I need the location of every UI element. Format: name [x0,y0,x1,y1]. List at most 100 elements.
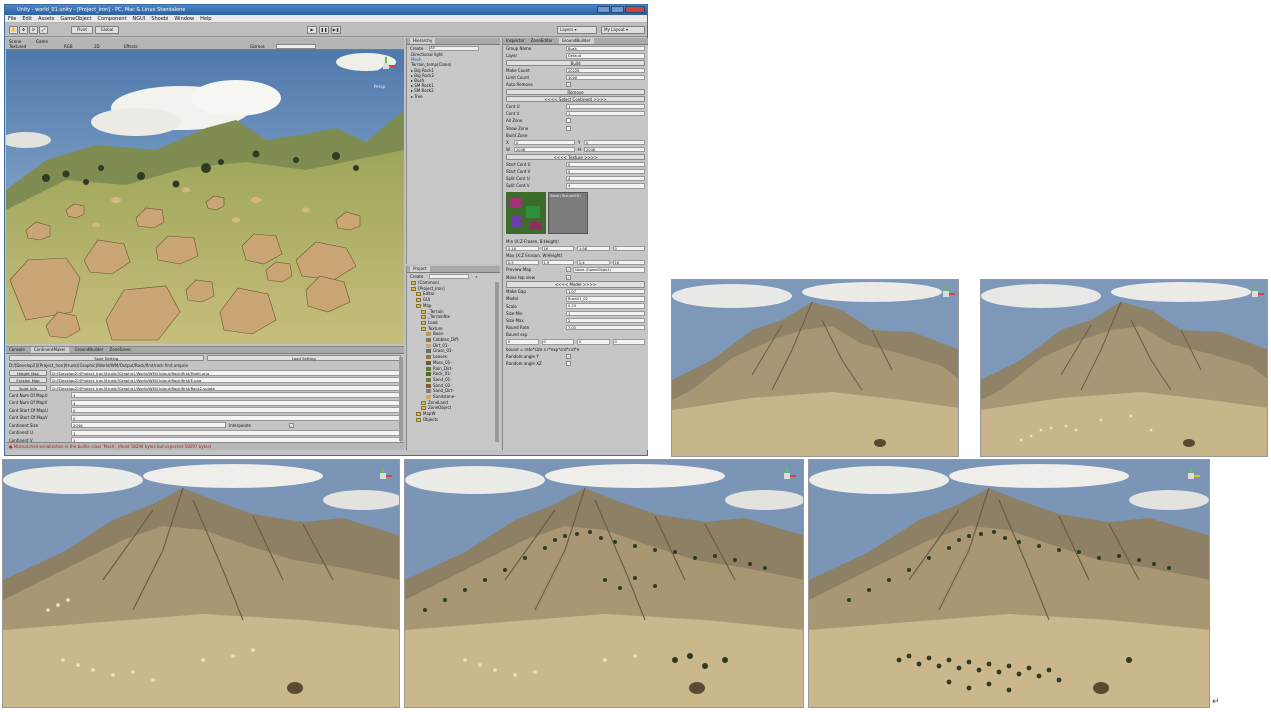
layout-dropdown[interactable]: My Layout ▾ [601,26,645,34]
tab-inspector[interactable]: Inspector [506,38,525,44]
model-field[interactable]: Bush01_02 [566,296,645,302]
hierarchy-search-input[interactable]: All [429,46,480,51]
tab-hierarchy[interactable]: Hierarchy [410,38,436,44]
bound-exp-w-field[interactable]: 0 [612,339,645,345]
preview-map-checkbox[interactable]: ✓ [566,267,571,273]
project-scrollbar[interactable] [495,282,499,442]
rotate-tool-icon[interactable]: ⟳ [29,26,38,34]
split-cont-v-field[interactable]: 4 [566,183,645,189]
show-zone-checkbox[interactable] [566,125,571,131]
layer-dropdown[interactable]: Default [566,53,645,59]
minimize-button[interactable] [597,6,610,13]
move-top-view-checkbox[interactable]: ✓ [566,274,571,280]
cont-u-field[interactable]: 1 [566,103,645,110]
menu-edit[interactable]: Edit [22,15,32,22]
effects-dropdown[interactable]: Effects [124,44,138,49]
textured-dropdown[interactable]: Textured [9,44,26,49]
scale-tool-icon[interactable]: ⤢ [39,26,48,34]
splat-info-path-field[interactable]: D:/[Develop2]/[Project_Iron]/trunk/[Grap… [50,384,401,391]
menu-assets[interactable]: Assets [38,15,54,22]
cont-v-field[interactable]: 1 [566,110,645,117]
continent-size-field[interactable]: 2048 [71,422,226,429]
make-gap-field[interactable]: 1.07 [566,288,645,295]
max-z-field[interactable]: 2.4 [577,259,610,266]
select-continent-button[interactable]: <<<< Select Continent >>>> [506,95,645,103]
preview-map-field[interactable]: None (GameObject) [573,267,645,273]
texture-section-button[interactable]: <<<< Texture >>>> [506,153,645,161]
start-cont-u-field[interactable]: 0 [566,161,645,168]
size-min-field[interactable]: 1 [566,310,645,317]
bound-exp-z-field[interactable]: 0 [577,339,610,345]
pivot-button[interactable]: Pivot [71,26,93,34]
play-button-icon[interactable]: ▶ [307,26,317,34]
make-count-field[interactable]: 20226 [566,67,645,74]
cont-start-mapv-field[interactable]: 0 [71,414,401,421]
group-name-field[interactable]: Bush [566,45,645,52]
tab-project[interactable]: Project [410,266,430,272]
auto-remove-checkbox[interactable]: ✓ [566,82,571,88]
scene-view[interactable]: Persp [6,50,404,344]
remove-button[interactable]: Remove [506,88,645,96]
round-rate-field[interactable]: 7.05 [566,324,645,331]
tab-zonesaver[interactable]: ZoneSaver [110,347,132,353]
step-button-icon[interactable]: ▶❚ [331,26,341,34]
limit-count-field[interactable]: 3000 [566,74,645,81]
bound-exp-y-field[interactable]: 0 [541,339,574,345]
menu-help[interactable]: Help [200,15,211,22]
scene-search-input[interactable] [276,44,316,49]
build-button[interactable]: Build [506,59,645,67]
menu-component[interactable]: Component [98,15,127,22]
all-zone-checkbox[interactable] [566,118,571,124]
tab-groundbuilder-bottom[interactable]: GroundBuilder [75,347,104,353]
global-button[interactable]: Global [95,26,119,34]
gizmos-dropdown[interactable]: Gizmos [250,44,265,49]
status-bar[interactable]: ● Mismatched serialization in the builti… [6,442,404,450]
texture-slot[interactable]: None (Texture2D) [548,191,588,234]
min-y-field[interactable]: 16 [541,245,574,252]
min-w-field[interactable]: 0 [612,245,645,252]
menu-gameobject[interactable]: GameObject [60,15,91,22]
height-map-button[interactable]: Height Map [9,369,47,376]
rgb-dropdown[interactable]: RGB [64,44,73,49]
size-max-field[interactable]: 2 [566,317,645,324]
build-zone-y-field[interactable]: 0 [584,139,645,146]
move-tool-icon[interactable]: ✥ [19,26,28,34]
tab-console[interactable]: Console [9,347,25,353]
2d-toggle[interactable]: 2D [94,44,100,49]
project-create-button[interactable]: Create [410,273,423,280]
tab-game[interactable]: Game [36,39,48,44]
build-zone-h-field[interactable]: 2048 [584,146,645,153]
splat-info-button[interactable]: Splat Info [9,384,47,391]
save-setting-button[interactable]: Save Setting [9,354,204,361]
min-z-field[interactable]: 1.98 [577,245,610,252]
hand-tool-icon[interactable]: ✋ [9,26,18,34]
orientation-gizmo-icon[interactable] [376,56,396,76]
search-icon[interactable]: ⌕ [475,273,477,280]
menu-shoebi[interactable]: Shoebi [151,15,168,22]
menu-file[interactable]: File [8,15,16,22]
pause-button-icon[interactable]: ❚❚ [319,26,329,34]
split-cont-u-field[interactable]: 4 [566,175,645,182]
interpolate-checkbox[interactable]: ✓ [289,422,294,428]
bound-exp-x-field[interactable]: 0 [506,339,539,345]
min-x-field[interactable]: 0.18 [506,245,539,252]
start-cont-v-field[interactable]: 0 [566,168,645,175]
height-map-path-field[interactable]: D:/[Develop2]/[Project_Iron]/trunk/[Grap… [50,369,401,376]
max-y-field[interactable]: 1.9 [541,259,574,266]
load-setting-button[interactable]: Load Setting [206,354,401,361]
layers-dropdown[interactable]: Layers ▾ [557,26,597,34]
cont-num-mapv-field[interactable]: 4 [71,399,401,406]
random-angle-xz-checkbox[interactable] [566,361,571,367]
tab-groundbuilder[interactable]: GroundBuilder [558,38,594,44]
menu-window[interactable]: Window [174,15,194,22]
splat-texture-thumbnail[interactable] [506,191,546,234]
cont-start-mapu-field[interactable]: 0 [71,407,401,414]
tab-zoneeditor[interactable]: ZoneEditor [531,38,553,44]
erosion-map-button[interactable]: Erosion Map [9,377,47,384]
max-w-field[interactable]: 16 [612,259,645,266]
random-angle-y-checkbox[interactable]: ✓ [566,353,571,359]
build-zone-x-field[interactable]: 0 [514,139,575,146]
cont-num-mapu-field[interactable]: 4 [71,392,401,399]
model-section-button[interactable]: <<<< Model >>>> [506,281,645,288]
bottom-panel-scrollbar[interactable] [399,357,403,441]
